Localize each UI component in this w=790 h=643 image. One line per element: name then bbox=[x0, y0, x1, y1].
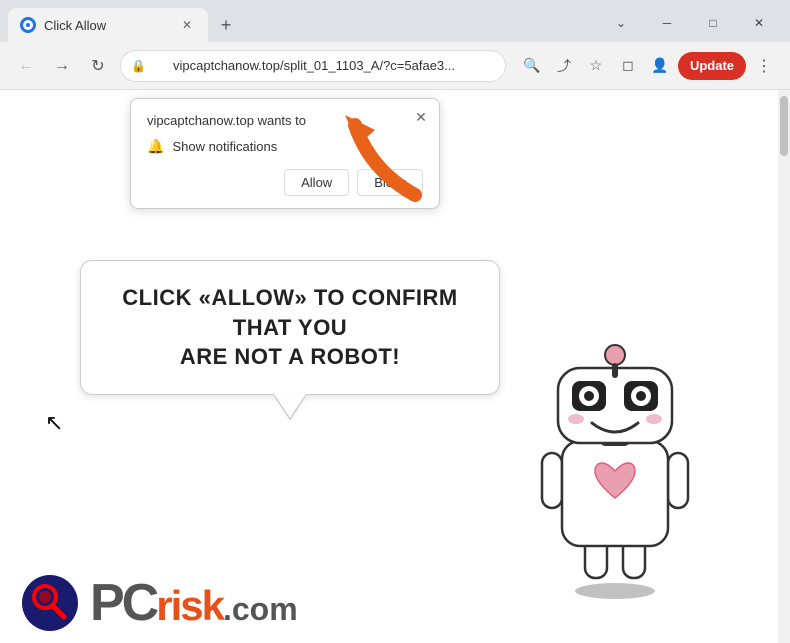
tab-close-button[interactable]: ✕ bbox=[178, 16, 196, 34]
scrollbar-thumb[interactable] bbox=[780, 96, 788, 156]
bubble-text: CLICK «ALLOW» TO CONFIRM THAT YOU ARE NO… bbox=[111, 283, 469, 372]
tab-favicon-icon bbox=[20, 17, 36, 33]
address-icons: 🔍 ⤴ ☆ ◻ 👤 Update ⋮ bbox=[518, 52, 778, 80]
robot-svg bbox=[500, 323, 730, 603]
window-controls: ⌄ ─ □ ✕ bbox=[598, 7, 782, 39]
pcrisk-com-text: .com bbox=[223, 593, 298, 625]
orange-arrow-icon bbox=[340, 110, 430, 210]
robot-illustration bbox=[500, 323, 730, 603]
close-button[interactable]: ✕ bbox=[736, 7, 782, 39]
pcrisk-risk-text: risk bbox=[156, 585, 223, 627]
url-text: vipcaptchanow.top/split_01_1103_A/?c=5af… bbox=[173, 58, 455, 73]
pcrisk-ball bbox=[20, 573, 80, 633]
tab-title: Click Allow bbox=[44, 18, 170, 33]
share-icon-btn[interactable]: ⤴ bbox=[550, 52, 578, 80]
forward-button[interactable]: → bbox=[48, 52, 76, 80]
active-tab[interactable]: Click Allow ✕ bbox=[8, 8, 208, 42]
profile-icon-btn[interactable]: 👤 bbox=[646, 52, 674, 80]
pcrisk-text: PC risk .com bbox=[90, 577, 298, 629]
bubble-line1: CLICK «ALLOW» TO CONFIRM THAT YOU bbox=[122, 285, 457, 340]
address-bar: ← → ↻ 🔒 vipcaptchanow.top/split_01_1103_… bbox=[0, 42, 790, 90]
maximize-button[interactable]: □ bbox=[690, 7, 736, 39]
back-button[interactable]: ← bbox=[12, 52, 40, 80]
address-input[interactable]: 🔒 vipcaptchanow.top/split_01_1103_A/?c=5… bbox=[120, 50, 506, 82]
scrollbar[interactable] bbox=[778, 90, 790, 643]
speech-bubble: CLICK «ALLOW» TO CONFIRM THAT YOU ARE NO… bbox=[80, 260, 500, 395]
extensions-icon-btn[interactable]: ◻ bbox=[614, 52, 642, 80]
minimize-button[interactable]: ─ bbox=[644, 7, 690, 39]
tab-bar: Click Allow ✕ + ⌄ ─ □ ✕ bbox=[0, 0, 790, 42]
popup-notification-text: Show notifications bbox=[172, 139, 277, 154]
menu-button[interactable]: ⋮ bbox=[750, 52, 778, 80]
bell-icon: 🔔 bbox=[147, 138, 164, 155]
page-content: ✕ vipcaptchanow.top wants to 🔔 Show noti… bbox=[0, 90, 790, 643]
pcrisk-logo: PC risk .com bbox=[20, 573, 298, 633]
bubble-line2: ARE NOT A ROBOT! bbox=[180, 344, 400, 369]
tab-search-button[interactable]: ⌄ bbox=[598, 7, 644, 39]
search-icon-btn[interactable]: 🔍 bbox=[518, 52, 546, 80]
new-tab-button[interactable]: + bbox=[212, 11, 240, 39]
pcrisk-pc-text: PC bbox=[90, 577, 156, 629]
reload-button[interactable]: ↻ bbox=[84, 52, 112, 80]
lock-icon: 🔒 bbox=[131, 59, 146, 73]
orange-arrow-container bbox=[340, 110, 420, 200]
browser-window: Click Allow ✕ + ⌄ ─ □ ✕ ← → ↻ 🔒 vipcaptc… bbox=[0, 0, 790, 643]
mouse-cursor: ↖ bbox=[45, 410, 63, 436]
pcrisk-ball-icon bbox=[20, 573, 80, 633]
bookmark-icon-btn[interactable]: ☆ bbox=[582, 52, 610, 80]
update-button[interactable]: Update bbox=[678, 52, 746, 80]
